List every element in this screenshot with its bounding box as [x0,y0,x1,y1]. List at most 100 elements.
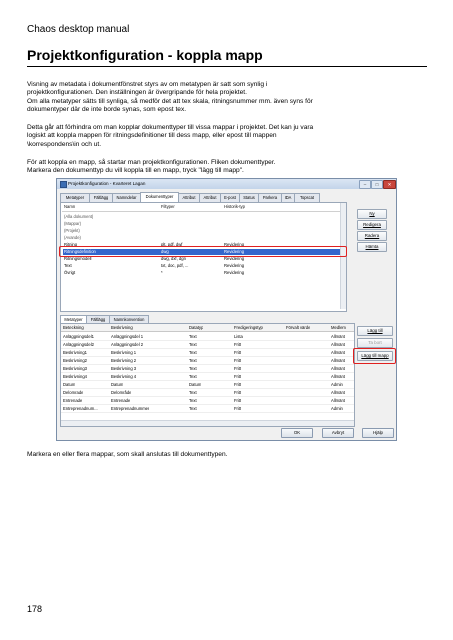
table-row[interactable]: Beskrivning3 Beskrivning 3 Text Fritt Al… [61,365,354,373]
grid-cell: Datum [63,382,76,387]
table-row[interactable]: Entrenade Entrenade Text Fritt Allmänt [61,397,354,405]
grid-header-cell[interactable]: Fredigeringstyp [234,324,263,331]
lower-tab-metatyper[interactable]: Metatyper [60,315,87,323]
tab-parkera[interactable]: Parkera [258,193,282,202]
page-heading: Projektkonfiguration - koppla mapp [27,47,263,63]
tab-status[interactable]: Status [239,193,259,202]
minimize-icon[interactable]: – [359,180,371,189]
grid-cell: Entrenade [63,398,83,403]
grid-header-cell[interactable]: Datatyp [189,324,203,331]
grid-cell: Text [189,406,197,411]
paragraph-1: Visning av metadata i dokumentfönstret s… [27,81,313,114]
grid-cell: Entreprenadnummer [111,406,150,411]
lower-tab-faltlagg[interactable]: Fältlägg [86,315,110,323]
tab-topscat[interactable]: Topscat [294,193,320,202]
grid-cell: Allmänt [331,334,345,339]
tab-faltlagg[interactable]: Fältlägg [89,193,113,202]
grid-cell: Fritt [234,406,242,411]
table-row[interactable]: Anläggningsdel1 Anläggningsdel 1 Text Li… [61,333,354,341]
edit-button[interactable]: Redigera [357,220,387,230]
tab-attribut-2[interactable]: Attribut [199,193,221,202]
list-header-filtyper[interactable]: Filtyper [161,204,175,210]
tab-dokumenttyper[interactable]: Dokumenttyper [140,192,179,202]
grid-cell: Fritt [234,358,242,363]
grid-cell: Beskrivning 1 [111,350,137,355]
list-item[interactable]: Text txt, doc, pdf, ... Revidering [63,263,341,269]
remove-button[interactable]: Ta bort [357,338,393,348]
grid-cell: Text [189,334,197,339]
table-row[interactable]: Entreprenadnum... Entreprenadnummer Text… [61,405,354,413]
grid-cell: Text [189,374,197,379]
delete-button[interactable]: Radera [357,231,387,241]
metatype-grid: Beteckning Beskrivning Datatyp Fredigeri… [60,323,355,427]
table-row[interactable]: Datum Datum Datum Fritt Admin [61,381,354,389]
list-item[interactable]: (Alla dokument) [63,214,341,220]
grid-cell: Entrenade [111,398,131,403]
list-item[interactable]: (Avande) [63,235,341,241]
list-item-namn: Text [64,263,72,268]
close-icon[interactable]: ✕ [383,180,396,189]
grid-header-cell[interactable]: Beskrivning [111,324,133,331]
grid-cell: Text [189,342,197,347]
table-row[interactable]: Beskrivning4 Beskrivning 4 Text Fritt Al… [61,373,354,381]
tab-metatyper[interactable]: Metatyper [60,193,90,202]
grid-cell: Allmänt [331,366,345,371]
list-item-namn: (Avande) [64,235,81,240]
grid-header-cell[interactable]: Medlem [331,324,346,331]
list-item[interactable]: (Mappar) [63,221,341,227]
grid-cell: Anläggningsdel2 [63,342,94,347]
table-row[interactable]: Anläggningsdel2 Anläggningsdel 2 Text Fr… [61,341,354,349]
ok-button[interactable]: OK [281,428,313,438]
grid-cell: Admin [331,382,343,387]
tab-attribut-1[interactable]: Attribut [178,193,200,202]
selected-row-highlight [59,246,347,257]
table-row[interactable]: Delomrade Delområde Text Fritt Allmänt [61,389,354,397]
page-number: 178 [27,604,43,614]
app-icon [60,181,67,188]
grid-cell: Admin [331,406,343,411]
grid-cell: Datum [111,382,124,387]
grid-cell: Entreprenadnum... [63,406,98,411]
lower-tab-namnkonvention[interactable]: Namnkonvention [109,315,149,323]
grid-cell: Fritt [234,382,242,387]
table-row[interactable]: Beskrivning2 Beskrivning 2 Text Fritt Al… [61,357,354,365]
cancel-button[interactable]: Avbryt [322,428,354,438]
grid-cell: Lista [234,334,243,339]
list-item-historik: Revidering [224,270,245,275]
list-item[interactable]: (Projekt) [63,228,341,234]
tab-epost[interactable]: E-post [220,193,240,202]
project-config-dialog: Projektkonfiguration - Kvarteret Lagan –… [56,178,397,441]
add-folder-highlight [353,348,396,364]
grid-header-cell[interactable]: Förvalt värde [286,324,310,331]
grid-cell: Fritt [234,350,242,355]
grid-cell: Allmänt [331,350,345,355]
list-header-namn[interactable]: Namn [64,204,75,210]
add-button[interactable]: Lägg till [357,326,393,336]
grid-cell: Fritt [234,390,242,395]
grid-cell: Fritt [234,374,242,379]
help-button[interactable]: Hjälp [362,428,394,438]
grid-cell: Beskrivning 3 [111,366,137,371]
list-item-namn: (Mappar) [64,221,81,226]
tab-namndelar[interactable]: Namndelar [112,193,141,202]
grid-cell: Text [189,366,197,371]
document-type-list: Namn Filtyper Historik-typ (Alla dokumen… [60,202,347,312]
grid-cell: Beskrivning4 [63,374,87,379]
paragraph-4: Markera en eller flera mappar, som skall… [27,451,228,458]
grid-horizontal-scrollbar[interactable] [61,420,354,426]
list-item-historik: Revidering [224,263,245,268]
table-row[interactable]: Beskrivning1 Beskrivning 1 Text Fritt Al… [61,349,354,357]
heading-rule [27,66,427,67]
grid-cell: Text [189,358,197,363]
grid-header-cell[interactable]: Beteckning [63,324,84,331]
fetch-button[interactable]: Hämta [357,242,387,252]
tab-ida[interactable]: IDA [281,193,295,202]
grid-cell: Beskrivning3 [63,366,87,371]
list-item-namn: (Projekt) [64,228,80,233]
dialog-titlebar: Projektkonfiguration - Kvarteret Lagan –… [57,179,396,189]
grid-cell: Beskrivning1 [63,350,87,355]
list-item[interactable]: Övrigt * Revidering [63,270,341,276]
new-button[interactable]: Ny [357,209,387,219]
maximize-icon[interactable]: □ [371,180,383,189]
list-header-historik[interactable]: Historik-typ [224,204,245,210]
